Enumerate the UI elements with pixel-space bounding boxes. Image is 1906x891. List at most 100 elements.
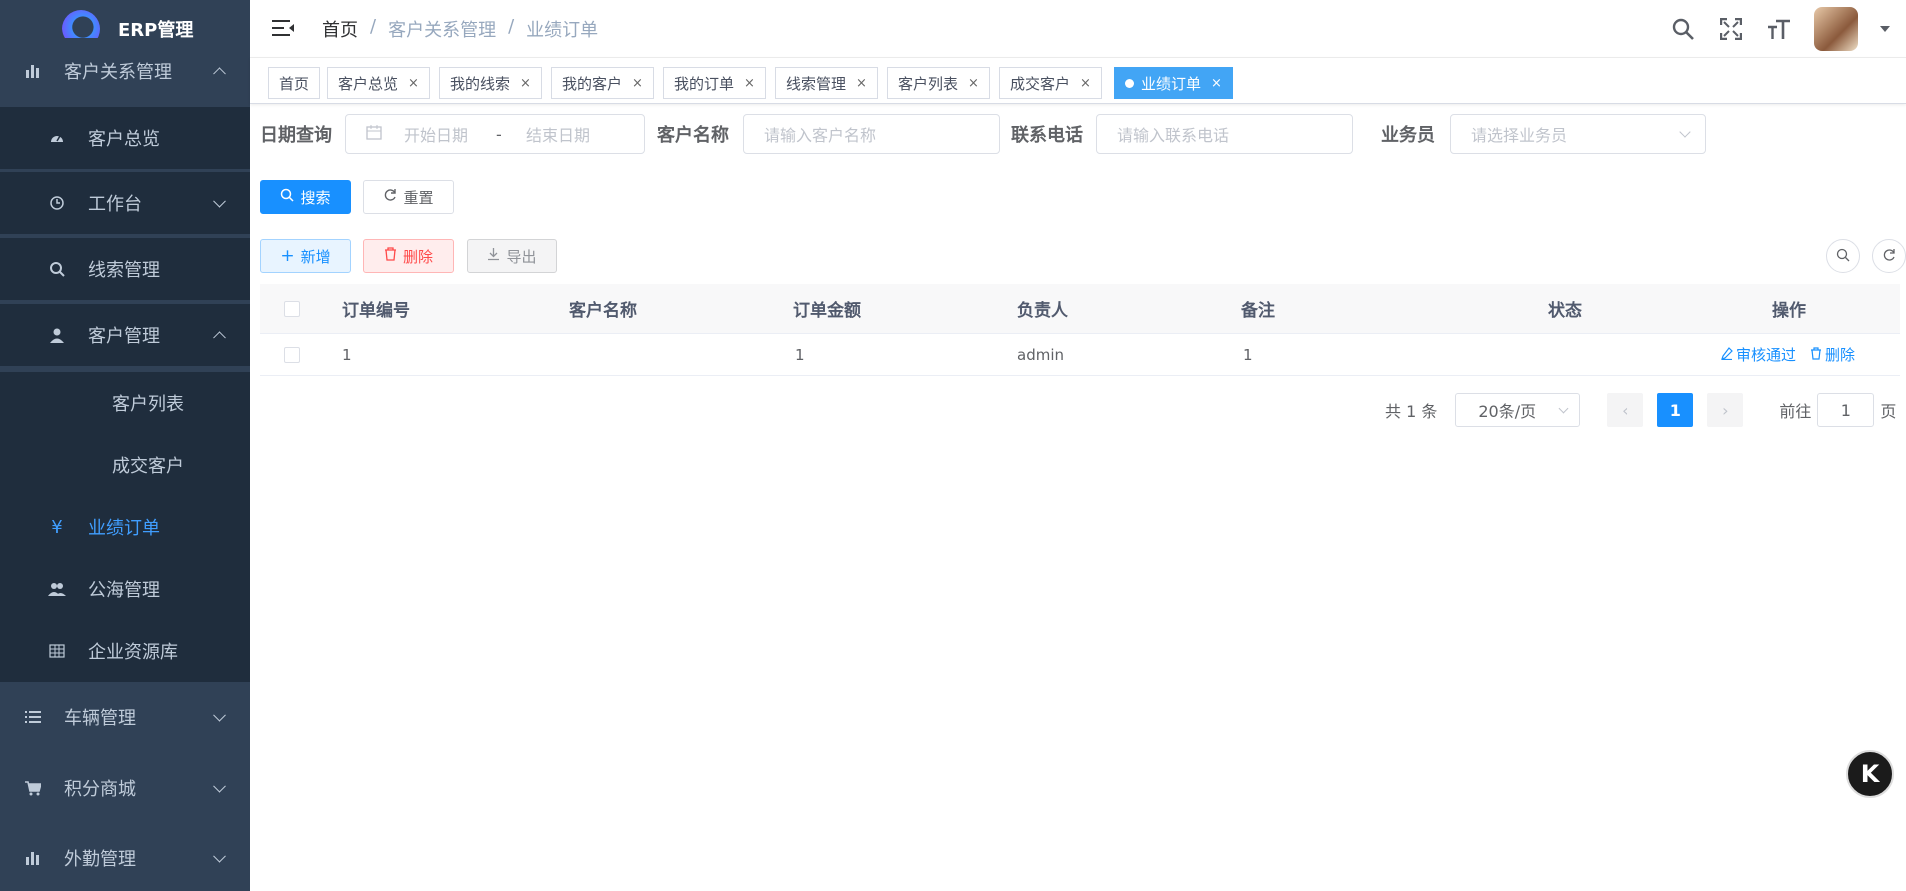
tag-my-customers[interactable]: 我的客户 × [551,67,654,99]
sidebar-item-label: 外勤管理 [64,849,136,870]
sidebar-item-performance-orders[interactable]: ¥ 业绩订单 [0,496,250,558]
chevron-left-icon: ‹ [1622,400,1629,420]
sidebar-item-label: 客户关系管理 [64,62,172,83]
page-number[interactable]: 1 [1657,393,1694,427]
close-icon[interactable]: × [968,76,979,91]
tag-label: 首页 [279,74,310,93]
bar-chart-icon [24,849,42,867]
delete-button-label: 删除 [402,247,433,266]
close-icon[interactable]: × [856,76,867,91]
search-icon[interactable] [1670,16,1696,42]
close-icon[interactable]: × [632,76,643,91]
sidebar-item-label: 客户总览 [88,129,160,150]
row-checkbox[interactable] [284,334,300,375]
date-range-picker[interactable]: 开始日期 - 结束日期 [345,114,645,154]
refresh-table-button[interactable] [1872,239,1906,273]
customer-name-input[interactable]: 请输入客户名称 [743,114,1000,154]
add-button[interactable]: + 新增 [260,239,351,273]
close-icon[interactable]: × [744,76,755,91]
phone-input[interactable]: 请输入联系电话 [1096,114,1353,154]
tag-label: 我的线索 [450,74,511,93]
select-all-checkbox[interactable] [284,284,300,333]
yen-icon: ¥ [51,516,63,538]
goto-page-input[interactable]: 1 [1817,393,1875,427]
close-icon[interactable]: × [408,76,419,91]
next-page-button[interactable]: › [1707,393,1744,427]
grid-icon [48,642,66,660]
bar-chart-icon [24,62,42,80]
cell-order-no: 1 [342,345,352,364]
search-button-label: 搜索 [300,188,331,207]
breadcrumb-home[interactable]: 首页 [322,16,358,42]
tag-leads-mgmt[interactable]: 线索管理 × [775,67,878,99]
tag-customer-overview[interactable]: 客户总览 × [327,67,430,99]
column-header-order-no[interactable]: 订单编号 [342,284,410,333]
sidebar-item-customer-overview[interactable]: 客户总览 [0,107,250,169]
table-row[interactable]: 1 1 admin 1 审核通过 删除 [260,334,1900,376]
hamburger-icon[interactable] [272,18,294,38]
tag-customer-list[interactable]: 客户列表 × [887,67,990,99]
refresh-icon [1882,247,1896,266]
chevron-up-icon [213,67,226,81]
search-icon [48,260,66,278]
sidebar-item-customer-mgmt[interactable]: 客户管理 [0,304,250,366]
tag-label: 线索管理 [786,74,847,93]
column-header-customer[interactable]: 客户名称 [569,284,637,333]
close-icon[interactable]: × [1211,76,1222,91]
salesman-label: 业务员 [1381,125,1435,146]
fullscreen-icon[interactable] [1718,16,1744,42]
delete-button[interactable]: 删除 [363,239,454,273]
sidebar-item-label: 线索管理 [88,260,160,281]
row-delete-link[interactable]: 删除 [1810,344,1855,365]
sidebar-item-leads[interactable]: 线索管理 [0,238,250,300]
approve-link[interactable]: 审核通过 [1721,344,1796,365]
sidebar-item-workbench[interactable]: 工作台 [0,172,250,234]
user-icon [48,326,66,344]
salesman-select[interactable]: 请选择业务员 [1450,114,1706,154]
close-icon[interactable]: × [520,76,531,91]
caret-down-icon[interactable] [1880,26,1890,32]
cell-actions: 审核通过 删除 [1721,334,1855,375]
sidebar-item-field-work[interactable]: 外勤管理 [0,825,250,891]
sidebar-item-crm[interactable]: 客户关系管理 [0,38,250,104]
trash-icon [1810,346,1822,364]
end-date-input[interactable]: 结束日期 [526,122,590,146]
sidebar-item-customer-list[interactable]: 客户列表 [0,372,250,434]
prev-page-button[interactable]: ‹ [1607,393,1644,427]
chevron-down-icon [213,779,226,793]
tag-my-leads[interactable]: 我的线索 × [439,67,542,99]
sidebar-item-closed-customers[interactable]: 成交客户 [0,434,250,496]
sidebar-item-vehicles[interactable]: 车辆管理 [0,684,250,750]
start-date-input[interactable]: 开始日期 [404,122,496,146]
column-header-remark[interactable]: 备注 [1241,284,1275,333]
font-size-icon[interactable] [1766,16,1792,42]
avatar[interactable] [1814,7,1858,51]
column-header-owner[interactable]: 负责人 [1017,284,1068,333]
column-header-actions: 操作 [1772,301,1806,321]
export-button[interactable]: 导出 [467,239,557,273]
active-dot-icon [1125,78,1134,88]
table-header: 订单编号 客户名称 订单金额 负责人 备注 状态 操作 [260,284,1900,334]
floating-assistant-button[interactable]: K [1846,750,1894,798]
customer-name-label: 客户名称 [657,125,729,146]
page-size-value: 20条/页 [1478,402,1537,421]
tag-my-orders[interactable]: 我的订单 × [663,67,766,99]
reset-button[interactable]: 重置 [363,180,454,214]
tag-performance-orders[interactable]: 业绩订单 × [1114,67,1233,99]
sidebar-item-enterprise-library[interactable]: 企业资源库 [0,620,250,682]
search-button[interactable]: 搜索 [260,180,351,214]
column-header-amount[interactable]: 订单金额 [793,284,861,333]
breadcrumb-current: 业绩订单 [526,20,599,41]
close-icon[interactable]: × [1080,76,1091,91]
toggle-search-button[interactable] [1826,239,1860,273]
cell-remark: 1 [1243,345,1253,364]
calendar-icon [366,124,382,144]
page-size-select[interactable]: 20条/页 [1455,393,1581,427]
sidebar-item-label: 积分商城 [64,779,136,800]
tag-home[interactable]: 首页 [268,67,321,99]
reset-button-label: 重置 [403,188,434,207]
column-header-status[interactable]: 状态 [1548,284,1582,333]
sidebar-item-public-pool[interactable]: 公海管理 [0,558,250,620]
sidebar-item-points-mall[interactable]: 积分商城 [0,755,250,821]
tag-closed-customers[interactable]: 成交客户 × [999,67,1102,99]
